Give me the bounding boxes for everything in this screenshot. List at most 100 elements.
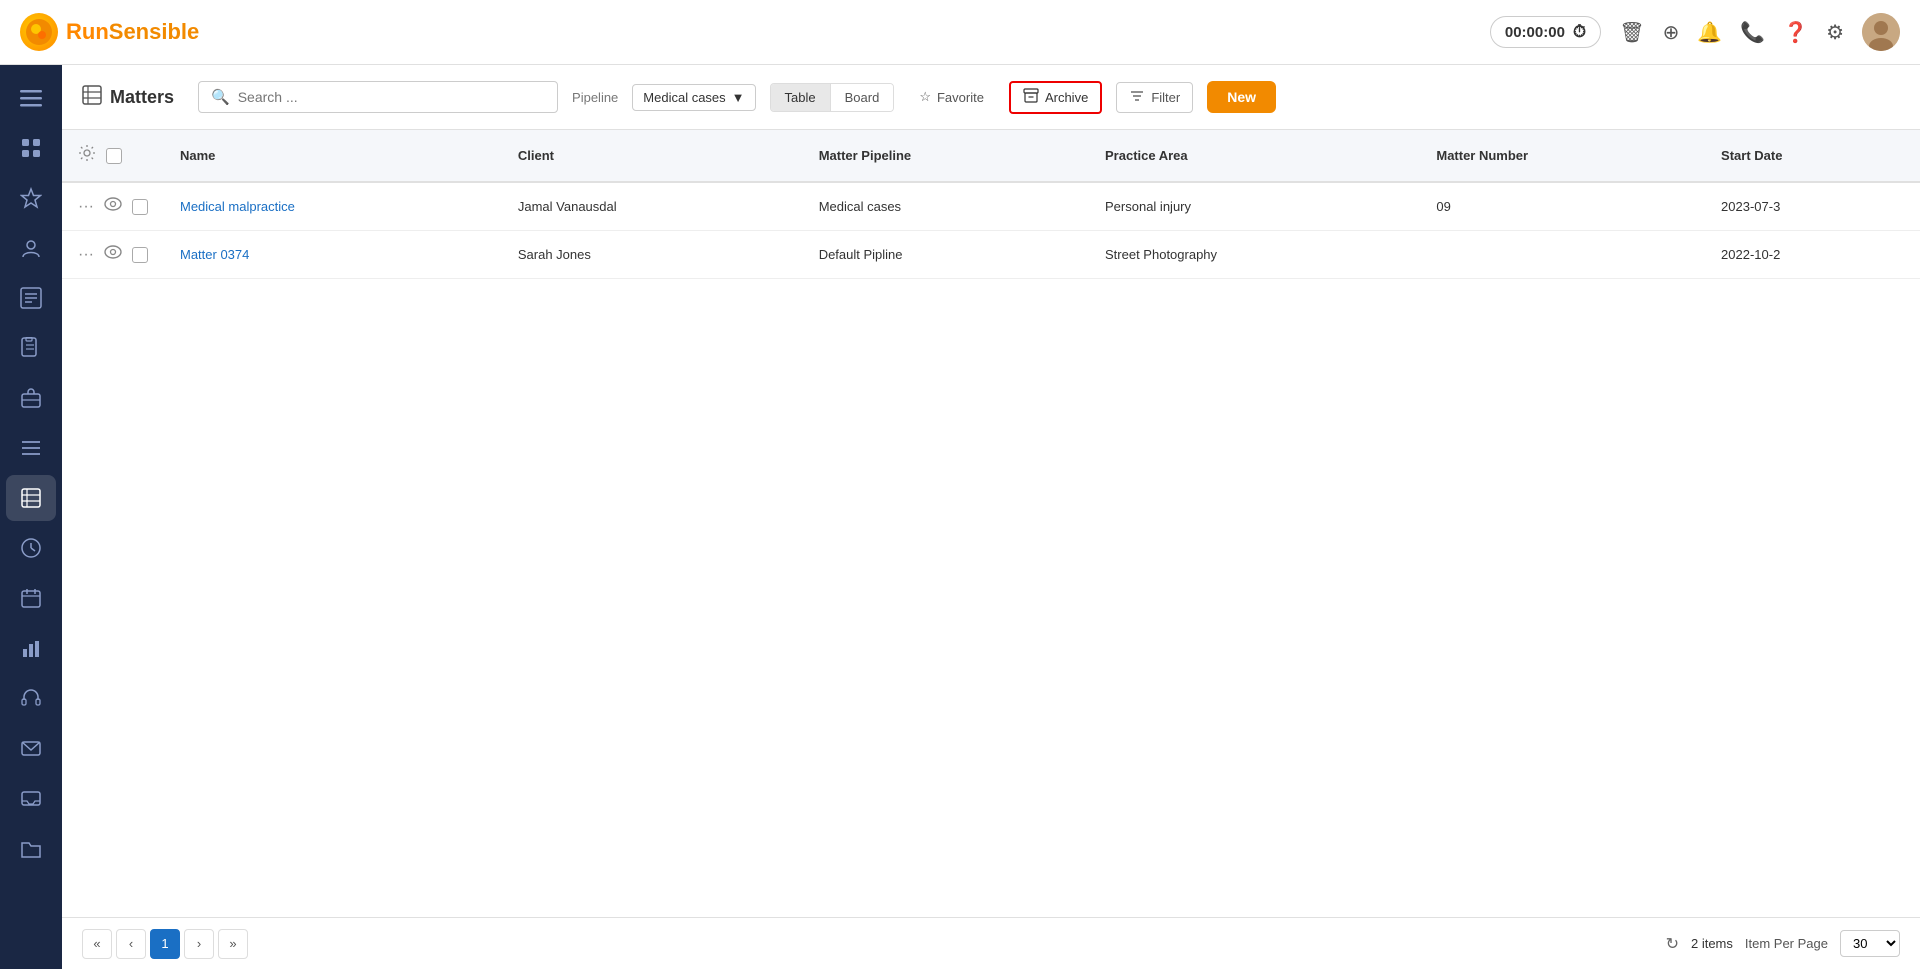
sidebar-item-inbox[interactable] — [6, 775, 56, 821]
row-practice-area-cell: Personal injury — [1089, 182, 1420, 231]
search-icon: 🔍 — [211, 88, 230, 106]
logo-text: RunSensible — [66, 19, 199, 45]
pagination: « ‹ 1 › » — [82, 929, 248, 959]
sidebar-item-briefcase[interactable] — [6, 375, 56, 421]
sidebar-item-analytics[interactable] — [6, 625, 56, 671]
sidebar-item-clock[interactable] — [6, 525, 56, 571]
col-settings-icon[interactable] — [78, 144, 96, 167]
sidebar-item-list[interactable] — [6, 425, 56, 471]
table-body: ··· Medical malpractice Jamal Vanausdal … — [62, 182, 1920, 279]
row-menu-dots[interactable]: ··· — [78, 246, 94, 264]
table-header-row: Name Client Matter Pipeline Practice Are… — [62, 130, 1920, 182]
user-avatar[interactable] — [1862, 13, 1900, 51]
per-page-label: Item Per Page — [1745, 936, 1828, 951]
row-start-date-cell: 2022-10-2 — [1705, 231, 1920, 279]
select-all-checkbox[interactable] — [106, 148, 122, 164]
sidebar — [0, 65, 62, 969]
star-icon: ☆ — [919, 89, 931, 105]
row-checkbox[interactable] — [132, 247, 148, 263]
timer-area: 00:00:00 ⏱ 🗑 ⊕ 🔔 📞 ❓ ⚙ — [1490, 13, 1900, 51]
row-pipeline-cell: Default Pipline — [803, 231, 1089, 279]
trash-icon[interactable]: 🗑 — [1619, 20, 1644, 45]
archive-icon — [1023, 88, 1039, 107]
matter-link[interactable]: Medical malpractice — [180, 199, 295, 214]
main-content: Matters 🔍 Pipeline Medical cases ▼ Table… — [62, 65, 1920, 969]
timer-icon: ⏱ — [1573, 22, 1586, 42]
sub-header: Matters 🔍 Pipeline Medical cases ▼ Table… — [62, 65, 1920, 130]
pipeline-label: Pipeline — [572, 90, 618, 105]
top-navbar: RunSensible 00:00:00 ⏱ 🗑 ⊕ 🔔 📞 ❓ ⚙ — [0, 0, 1920, 65]
refresh-icon[interactable]: ↻ — [1666, 934, 1679, 954]
logo-icon — [20, 13, 58, 51]
table-header-pipeline: Matter Pipeline — [803, 130, 1089, 182]
footer-right: ↻ 2 items Item Per Page 30 50 100 — [1666, 930, 1900, 957]
sidebar-item-email[interactable] — [6, 725, 56, 771]
phone-icon[interactable]: 📞 — [1740, 20, 1765, 45]
archive-label: Archive — [1045, 90, 1088, 105]
table-row: ··· Matter 0374 Sarah Jones Default Pipl… — [62, 231, 1920, 279]
prev-page-button[interactable]: ‹ — [116, 929, 146, 959]
archive-button[interactable]: Archive — [1009, 81, 1102, 114]
sidebar-item-calendar[interactable] — [6, 575, 56, 621]
row-name-cell: Medical malpractice — [164, 182, 502, 231]
matter-link[interactable]: Matter 0374 — [180, 247, 249, 262]
table-container: Name Client Matter Pipeline Practice Are… — [62, 130, 1920, 917]
page-title: Matters — [82, 85, 174, 110]
next-page-button[interactable]: › — [184, 929, 214, 959]
items-count: 2 items — [1691, 936, 1733, 951]
row-client-cell: Jamal Vanausdal — [502, 182, 803, 231]
sidebar-item-folder[interactable] — [6, 825, 56, 871]
row-eye-icon[interactable] — [104, 197, 122, 216]
row-client-cell: Sarah Jones — [502, 231, 803, 279]
filter-icon — [1129, 88, 1145, 107]
bell-icon[interactable]: 🔔 — [1697, 20, 1722, 45]
favorite-label: Favorite — [937, 90, 984, 105]
row-actions-cell: ··· — [62, 231, 164, 279]
timer-display[interactable]: 00:00:00 ⏱ — [1490, 16, 1601, 48]
filter-label: Filter — [1151, 90, 1180, 105]
footer: « ‹ 1 › » ↻ 2 items Item Per Page 30 50 … — [62, 917, 1920, 969]
row-checkbox[interactable] — [132, 199, 148, 215]
row-eye-icon[interactable] — [104, 245, 122, 264]
row-menu-dots[interactable]: ··· — [78, 198, 94, 216]
row-matter-number-cell — [1420, 231, 1705, 279]
sidebar-item-contacts[interactable] — [6, 225, 56, 271]
help-icon[interactable]: ❓ — [1783, 20, 1808, 45]
filter-button[interactable]: Filter — [1116, 82, 1193, 113]
logo: RunSensible — [20, 13, 199, 51]
sidebar-item-star[interactable] — [6, 175, 56, 221]
pipeline-value: Medical cases — [643, 90, 725, 105]
timer-value: 00:00:00 — [1505, 24, 1565, 41]
board-view-button[interactable]: Board — [831, 84, 894, 111]
matters-icon — [82, 85, 102, 110]
view-toggle: Table Board — [770, 83, 895, 112]
matters-table: Name Client Matter Pipeline Practice Are… — [62, 130, 1920, 279]
new-button[interactable]: New — [1207, 81, 1276, 113]
row-practice-area-cell: Street Photography — [1089, 231, 1420, 279]
sidebar-item-grid[interactable] — [6, 125, 56, 171]
last-page-button[interactable]: » — [218, 929, 248, 959]
table-header-client: Client — [502, 130, 803, 182]
gear-icon[interactable]: ⚙ — [1826, 20, 1844, 45]
row-actions-cell: ··· — [62, 182, 164, 231]
search-input[interactable] — [238, 89, 545, 105]
add-icon[interactable]: ⊕ — [1663, 20, 1680, 45]
table-header-matter-number: Matter Number — [1420, 130, 1705, 182]
sidebar-item-headset[interactable] — [6, 675, 56, 721]
table-header-start-date: Start Date — [1705, 130, 1920, 182]
sidebar-item-notes[interactable] — [6, 325, 56, 371]
pipeline-select[interactable]: Medical cases ▼ — [632, 84, 755, 111]
sidebar-item-reports[interactable] — [6, 275, 56, 321]
favorite-button[interactable]: ☆ Favorite — [908, 83, 995, 111]
sidebar-item-menu[interactable] — [6, 75, 56, 121]
pipeline-dropdown-icon: ▼ — [732, 90, 745, 105]
table-view-button[interactable]: Table — [771, 84, 831, 111]
sidebar-item-matters[interactable] — [6, 475, 56, 521]
row-start-date-cell: 2023-07-3 — [1705, 182, 1920, 231]
per-page-select[interactable]: 30 50 100 — [1840, 930, 1900, 957]
current-page-button[interactable]: 1 — [150, 929, 180, 959]
page-title-text: Matters — [110, 87, 174, 108]
search-bar[interactable]: 🔍 — [198, 81, 558, 113]
row-name-cell: Matter 0374 — [164, 231, 502, 279]
first-page-button[interactable]: « — [82, 929, 112, 959]
